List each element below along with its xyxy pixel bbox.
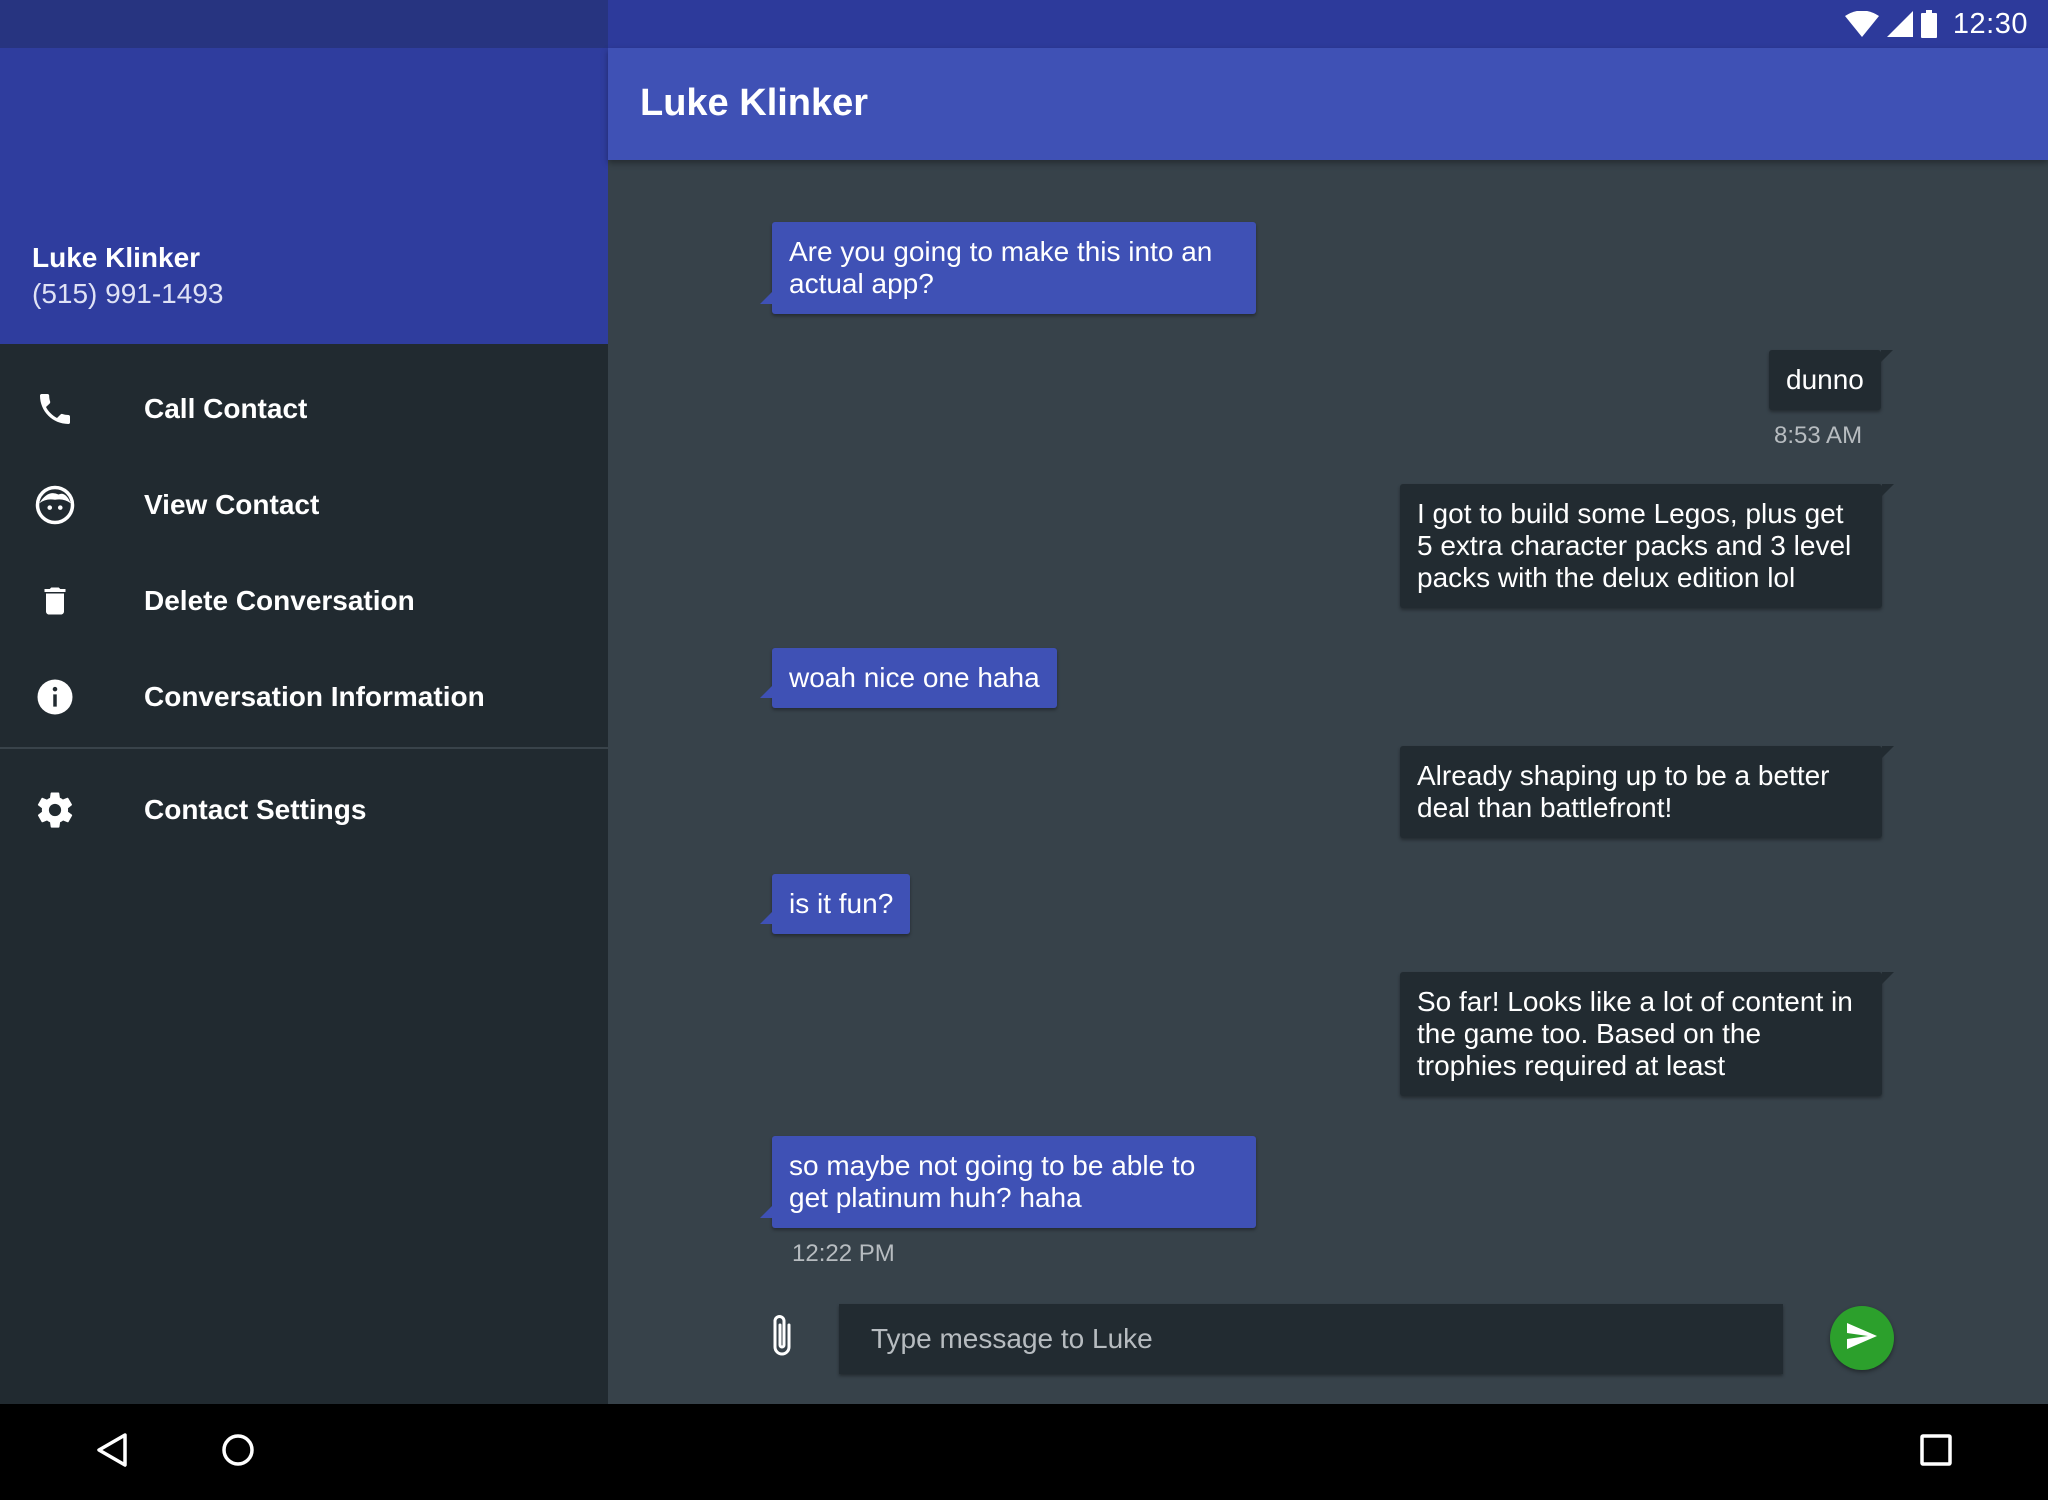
drawer-item-label: Call Contact	[144, 393, 308, 424]
drawer-item-label: View Contact	[144, 489, 320, 520]
status-icons: 12:30	[1844, 0, 2028, 48]
message-bubble-outgoing[interactable]: Already shaping up to be a better deal t…	[1400, 746, 1894, 838]
message-bubble-incoming[interactable]: Are you going to make this into an actua…	[760, 222, 1256, 314]
drawer-item-label: Delete Conversation	[144, 585, 415, 616]
send-button[interactable]	[1830, 1306, 1894, 1370]
message-timestamp: 8:53 AM	[1774, 422, 1863, 449]
info-icon	[32, 674, 78, 720]
home-button[interactable]	[214, 1428, 262, 1476]
message-timestamp: 12:22 PM	[792, 1240, 895, 1267]
back-button[interactable]	[88, 1428, 136, 1476]
status-clock: 12:30	[1952, 7, 2028, 40]
drawer-divider	[0, 747, 608, 749]
back-triangle-icon	[95, 1432, 129, 1473]
drawer-item-contact-settings[interactable]: Contact Settings	[0, 762, 608, 858]
drawer-contact-phone: (515) 991-1493	[32, 278, 224, 309]
phone-icon	[32, 386, 78, 432]
status-bar-drawer-scrim	[0, 0, 608, 48]
send-icon	[1847, 1322, 1877, 1354]
paperclip-icon	[767, 1311, 797, 1366]
drawer-item-view-contact[interactable]: View Contact	[0, 457, 608, 553]
system-navigation-bar	[0, 1404, 2048, 1500]
wifi-icon	[1844, 11, 1879, 37]
message-bubble-incoming[interactable]: woah nice one haha	[760, 648, 1057, 708]
toolbar-title: Luke Klinker	[640, 82, 869, 124]
drawer-item-call-contact[interactable]: Call Contact	[0, 361, 608, 457]
message-bubble-outgoing[interactable]: So far! Looks like a lot of content in t…	[1400, 972, 1894, 1096]
home-circle-icon	[220, 1432, 256, 1473]
conversation-panel: Luke Klinker Are you going to make this …	[608, 48, 2048, 1404]
navigation-drawer: Luke Klinker (515) 991-1493 Call Contact…	[0, 48, 608, 1404]
drawer-item-label: Contact Settings	[144, 794, 367, 825]
message-bubble-incoming[interactable]: so maybe not going to be able to get pla…	[760, 1136, 1256, 1228]
message-input[interactable]	[839, 1304, 1783, 1374]
gear-icon	[32, 787, 78, 833]
face-icon	[32, 482, 78, 528]
toolbar: Luke Klinker	[608, 48, 2048, 160]
status-bar: 12:30	[0, 0, 2048, 48]
drawer-item-conversation-information[interactable]: Conversation Information	[0, 649, 608, 745]
attach-button[interactable]	[762, 1310, 802, 1366]
recents-button[interactable]	[1912, 1428, 1960, 1476]
signal-icon	[1886, 11, 1913, 37]
drawer-header: Luke Klinker (515) 991-1493	[0, 48, 608, 344]
recents-square-icon	[1919, 1433, 1953, 1472]
message-bubble-incoming[interactable]: is it fun?	[759, 874, 911, 934]
trash-icon	[32, 578, 78, 624]
drawer-item-label: Conversation Information	[144, 681, 485, 712]
battery-icon	[1920, 10, 1937, 38]
drawer-contact-name: Luke Klinker	[32, 242, 201, 273]
message-bubble-outgoing[interactable]: dunno	[1769, 350, 1893, 410]
drawer-item-delete-conversation[interactable]: Delete Conversation	[0, 553, 608, 649]
message-bubble-outgoing[interactable]: I got to build some Legos, plus get 5 ex…	[1400, 484, 1894, 608]
